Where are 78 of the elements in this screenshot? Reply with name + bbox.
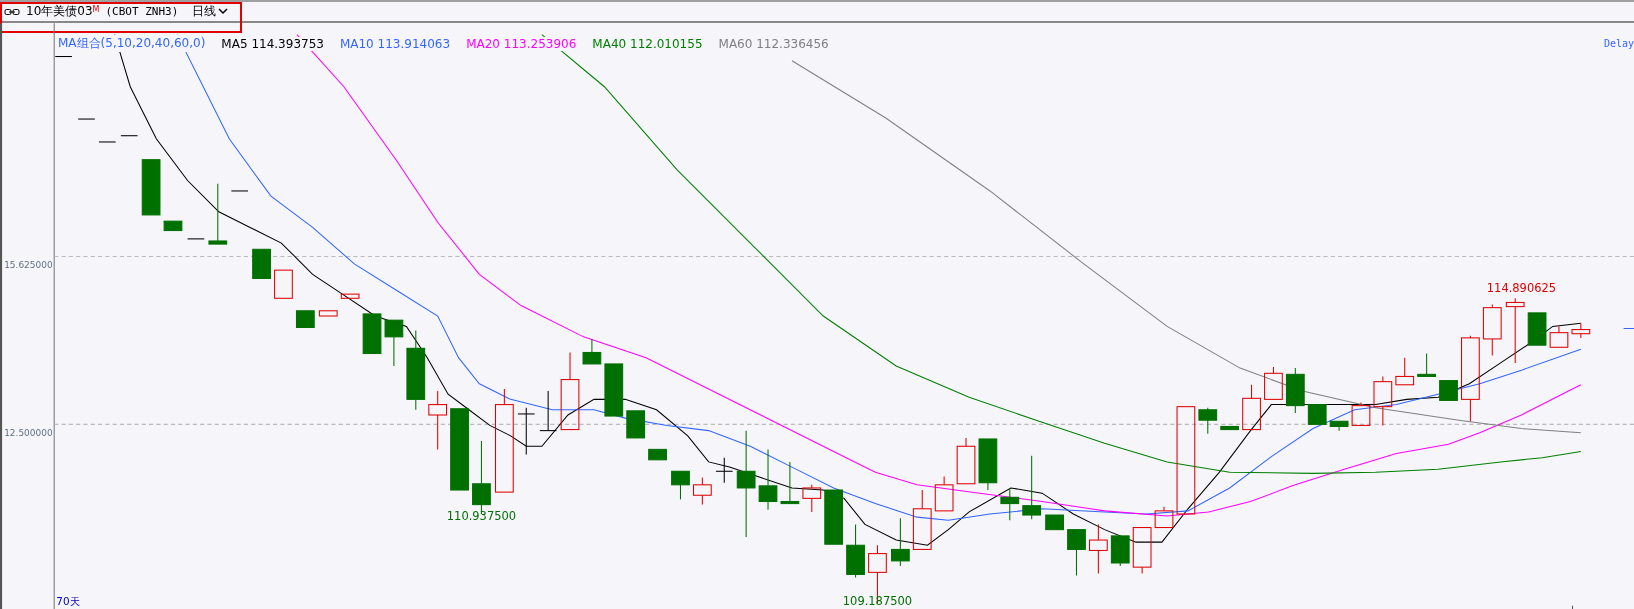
candlestick (1132, 527, 1152, 574)
candlestick (956, 437, 976, 485)
candlestick (1198, 407, 1218, 435)
axis-label: 12.500000 (4, 427, 53, 438)
candlestick (715, 457, 734, 484)
price-annotation: 109.187500 (842, 593, 913, 608)
candlestick (1110, 535, 1130, 567)
candlestick (362, 313, 382, 355)
delay-status: Delay (1603, 38, 1634, 49)
candlestick (318, 310, 338, 317)
instrument-code: (CBOT ZNH3) (105, 5, 179, 18)
candlestick (1527, 312, 1547, 346)
candlestick (1067, 529, 1086, 576)
candlestick (274, 269, 293, 299)
candlestick (517, 407, 536, 456)
candlestick (1417, 353, 1436, 377)
candlestick (1351, 401, 1371, 426)
candlestick (1329, 420, 1349, 432)
candlestick (978, 438, 998, 491)
candlestick (77, 118, 96, 120)
candlestick (1505, 297, 1525, 364)
candlestick (539, 390, 557, 432)
axis-label: 15.625000 (4, 260, 53, 271)
period-dropdown[interactable]: 日线 (184, 3, 229, 20)
link-icon[interactable] (4, 7, 20, 16)
candlestick (1000, 487, 1020, 521)
price-annotation: 114.890625 (1486, 281, 1557, 296)
candlestick (780, 461, 800, 505)
candlestick (230, 190, 249, 192)
candlestick (1549, 325, 1569, 348)
candlestick (934, 475, 954, 512)
candlestick (1220, 425, 1240, 431)
candlestick (802, 484, 822, 513)
candlestick (1242, 384, 1261, 431)
candlestick (428, 390, 448, 450)
candlestick (1264, 366, 1283, 400)
candlestick (208, 183, 228, 245)
candlestick (1285, 367, 1305, 414)
legend-item: MA40 112.010155 (590, 36, 705, 51)
candlestick (891, 517, 910, 567)
candlestick (1089, 523, 1108, 574)
candlestick (1373, 375, 1393, 426)
candlestick (758, 448, 778, 511)
candlestick (846, 523, 865, 579)
candlestick (252, 248, 271, 279)
candlestick (1571, 322, 1591, 339)
candlestick (1307, 404, 1327, 425)
candlestick (604, 363, 624, 417)
legend-item: MA60 112.336456 (716, 36, 831, 51)
legend-item: MA5 114.393753 (219, 36, 326, 51)
candlestick (340, 293, 360, 299)
candlestick (54, 56, 73, 58)
candlestick (1482, 304, 1502, 357)
candlestick (120, 135, 139, 137)
candlestick (648, 448, 667, 461)
candlestick (295, 310, 315, 328)
candlestick (671, 470, 690, 500)
candlestick (163, 220, 183, 232)
candlestick (912, 489, 932, 550)
candlestick (693, 477, 712, 506)
candlestick (626, 410, 646, 439)
candlestick (1439, 380, 1458, 401)
indicator-group-label[interactable]: MA组合(5,10,20,40,60,0) (56, 35, 208, 52)
candlestick (582, 338, 602, 365)
candlestick (1395, 357, 1415, 386)
chevron-down-icon (218, 8, 229, 15)
axis-span-label: 70天 (56, 594, 80, 607)
candlestick (824, 489, 844, 545)
price-annotation: 110.937500 (446, 509, 517, 524)
candlestick (1154, 506, 1174, 529)
candlestick (384, 319, 404, 367)
candlestick (1045, 514, 1064, 531)
candlestick (141, 159, 161, 216)
legend-item: MA20 113.253906 (464, 36, 579, 51)
instrument-title: 10年美债03$^{M}$ (26, 3, 100, 20)
candlestick (98, 141, 117, 143)
candlestick (187, 238, 205, 240)
candlestick (1022, 455, 1042, 520)
